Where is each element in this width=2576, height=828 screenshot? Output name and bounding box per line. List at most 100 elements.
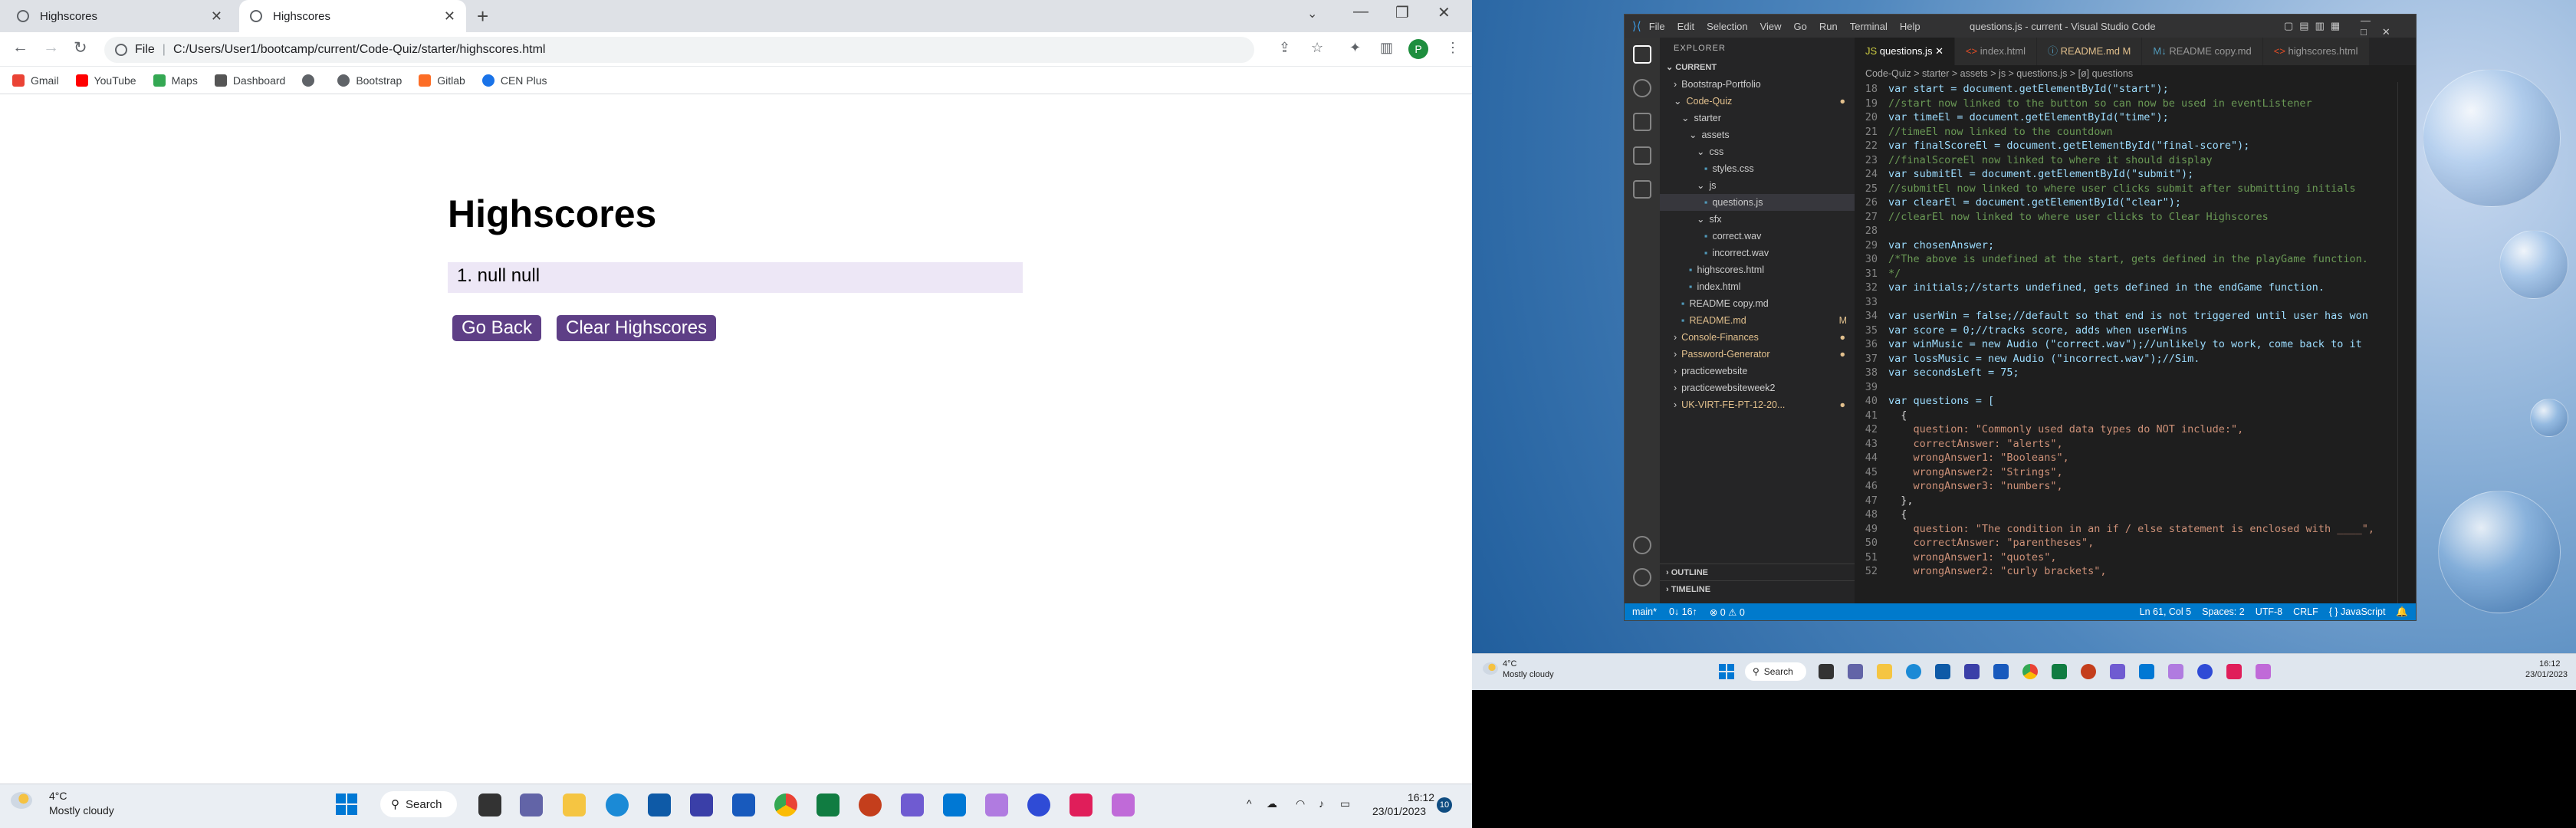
minimize-icon[interactable]: — (1353, 3, 1368, 21)
excel-icon[interactable] (816, 794, 840, 816)
side-panel-icon[interactable]: ▥ (1380, 40, 1393, 56)
notification-badge[interactable]: 10 (1437, 797, 1452, 813)
code-line[interactable]: 23 //finalScoreEl now linked to where it … (1855, 153, 2416, 168)
task-view-icon[interactable] (478, 794, 501, 816)
code-line[interactable]: 19 //start now linked to the button so ca… (1855, 97, 2416, 111)
notifications-bell-icon[interactable]: 🔔 (2396, 606, 2408, 618)
menu-kebab-icon[interactable]: ⋮ (1446, 40, 1460, 56)
word-icon[interactable] (732, 794, 755, 816)
line-endings[interactable]: CRLF (2293, 606, 2318, 617)
go-back-button[interactable]: Go Back (452, 315, 542, 341)
forward-icon[interactable]: → (43, 38, 59, 57)
code-line[interactable]: 31 */ (1855, 267, 2416, 281)
zoom-icon[interactable] (1027, 794, 1050, 816)
bookmark-cen-plus[interactable]: CEN Plus (481, 74, 547, 87)
weather-temp[interactable]: 4°C (1503, 659, 1516, 669)
bookmark-bootstrap[interactable]: Bootstrap (337, 74, 402, 87)
tree-item[interactable]: ⌄ Code-Quiz ● (1660, 93, 1855, 110)
menu-edit[interactable]: Edit (1677, 21, 1694, 32)
code-line[interactable]: 27 //clearEl now linked to where user cli… (1855, 210, 2416, 225)
teams-icon[interactable] (1848, 664, 1863, 679)
tree-item[interactable]: › Bootstrap-Portfolio (1660, 76, 1855, 93)
app-icon[interactable] (2110, 664, 2125, 679)
vscode-icon[interactable] (2139, 664, 2154, 679)
source-control-icon[interactable] (1633, 113, 1651, 131)
tab-readme[interactable]: ⓘ README.md M (2037, 38, 2143, 65)
onedrive-icon[interactable]: ☁ (1267, 797, 1277, 810)
tree-item[interactable]: ▪ incorrect.wav (1660, 245, 1855, 261)
volume-icon[interactable]: ♪ (1319, 797, 1324, 810)
weather-desc[interactable]: Mostly cloudy (49, 804, 114, 816)
wifi-icon[interactable]: ◠ (1296, 797, 1305, 810)
info-icon[interactable] (115, 44, 127, 56)
pen-app-icon[interactable] (690, 794, 713, 816)
edge-icon[interactable] (606, 794, 629, 816)
browser-tab-2[interactable]: Highscores ✕ (239, 0, 466, 32)
code-line[interactable]: 29 var chosenAnswer; (1855, 238, 2416, 253)
code-line[interactable]: 43 correctAnswer: "alerts", (1855, 437, 2416, 452)
windows-start-icon[interactable] (1719, 664, 1734, 679)
code-line[interactable]: 47 }, (1855, 494, 2416, 508)
tree-item[interactable]: ⌄ starter (1660, 110, 1855, 127)
run-debug-icon[interactable] (1633, 146, 1651, 165)
code-line[interactable]: 48 { (1855, 508, 2416, 522)
tree-item[interactable]: ⌄ assets (1660, 127, 1855, 143)
minimap[interactable] (2397, 82, 2416, 603)
code-line[interactable]: 33 (1855, 295, 2416, 310)
close-tab-icon[interactable]: ✕ (211, 8, 222, 25)
code-line[interactable]: 25 //submitEl now linked to where user cl… (1855, 182, 2416, 196)
tree-item[interactable]: ▪ highscores.html (1660, 261, 1855, 278)
vscode-icon[interactable] (943, 794, 966, 816)
code-line[interactable]: 36 var winMusic = new Audio ("correct.wav… (1855, 337, 2416, 352)
code-line[interactable]: 38 var secondsLeft = 75; (1855, 366, 2416, 380)
tree-item[interactable]: › practicewebsite (1660, 363, 1855, 380)
code-line[interactable]: 37 var lossMusic = new Audio ("incorrect.… (1855, 352, 2416, 366)
tree-item[interactable]: ▪ correct.wav (1660, 228, 1855, 245)
teams-icon[interactable] (520, 794, 543, 816)
app-icon[interactable] (901, 794, 924, 816)
word-icon[interactable] (1993, 664, 2009, 679)
tab-highscores-html[interactable]: <> highscores.html (2262, 38, 2370, 65)
taskbar-search[interactable]: ⚲ Search (1745, 662, 1806, 681)
outline-panel[interactable]: › OUTLINE (1660, 564, 1855, 580)
bookmark-dashboard[interactable]: Dashboard (214, 74, 285, 87)
code-line[interactable]: 18 var start = document.getElementById("s… (1855, 82, 2416, 97)
code-line[interactable]: 46 wrongAnswer3: "numbers", (1855, 479, 2416, 494)
clear-highscores-button[interactable]: Clear Highscores (557, 315, 717, 341)
code-line[interactable]: 51 wrongAnswer1: "quotes", (1855, 550, 2416, 565)
menu-help[interactable]: Help (1900, 21, 1921, 32)
app-icon[interactable] (2256, 664, 2271, 679)
app-icon[interactable] (985, 794, 1008, 816)
bookmark-maps[interactable]: Maps (153, 74, 198, 87)
file-explorer-icon[interactable] (1877, 664, 1892, 679)
menu-view[interactable]: View (1760, 21, 1782, 32)
problems-indicator[interactable]: ⊗ 0 ⚠ 0 (1710, 606, 1745, 618)
cursor-position[interactable]: Ln 61, Col 5 (2140, 606, 2191, 617)
windows-start-icon[interactable] (336, 794, 357, 815)
code-editor[interactable]: 18 var start = document.getElementById("s… (1855, 82, 2416, 603)
show-hidden-icons[interactable]: ^ (1247, 797, 1252, 810)
search-icon[interactable] (1633, 79, 1651, 97)
clock-date[interactable]: 23/01/2023 (1372, 805, 1426, 817)
powerpoint-icon[interactable] (859, 794, 882, 816)
weather-icon[interactable] (1483, 662, 1498, 675)
code-line[interactable]: 44 wrongAnswer1: "Booleans", (1855, 451, 2416, 465)
new-tab-icon[interactable]: + (477, 5, 488, 28)
code-line[interactable]: 22 var finalScoreEl = document.getElement… (1855, 139, 2416, 153)
tree-item[interactable]: ▪ README copy.md (1660, 295, 1855, 312)
tree-item[interactable]: › Password-Generator ● (1660, 346, 1855, 363)
code-line[interactable]: 26 var clearEl = document.getElementById(… (1855, 196, 2416, 210)
indentation[interactable]: Spaces: 2 (2202, 606, 2245, 617)
encoding[interactable]: UTF-8 (2256, 606, 2282, 617)
menu-terminal[interactable]: Terminal (1850, 21, 1888, 32)
tab-search-icon[interactable]: ⌄ (1307, 6, 1317, 21)
store-icon[interactable] (648, 794, 671, 816)
language-mode[interactable]: { } JavaScript (2329, 606, 2386, 617)
code-line[interactable]: 28 (1855, 224, 2416, 238)
menu-selection[interactable]: Selection (1707, 21, 1747, 32)
tree-item[interactable]: ▪ README.md M (1660, 312, 1855, 329)
code-line[interactable]: 30 /*The above is undefined at the start,… (1855, 252, 2416, 267)
tree-item[interactable]: › practicewebsiteweek2 (1660, 380, 1855, 396)
tree-item[interactable]: ⌄ sfx (1660, 211, 1855, 228)
sync-indicator[interactable]: 0↓ 16↑ (1669, 606, 1697, 617)
